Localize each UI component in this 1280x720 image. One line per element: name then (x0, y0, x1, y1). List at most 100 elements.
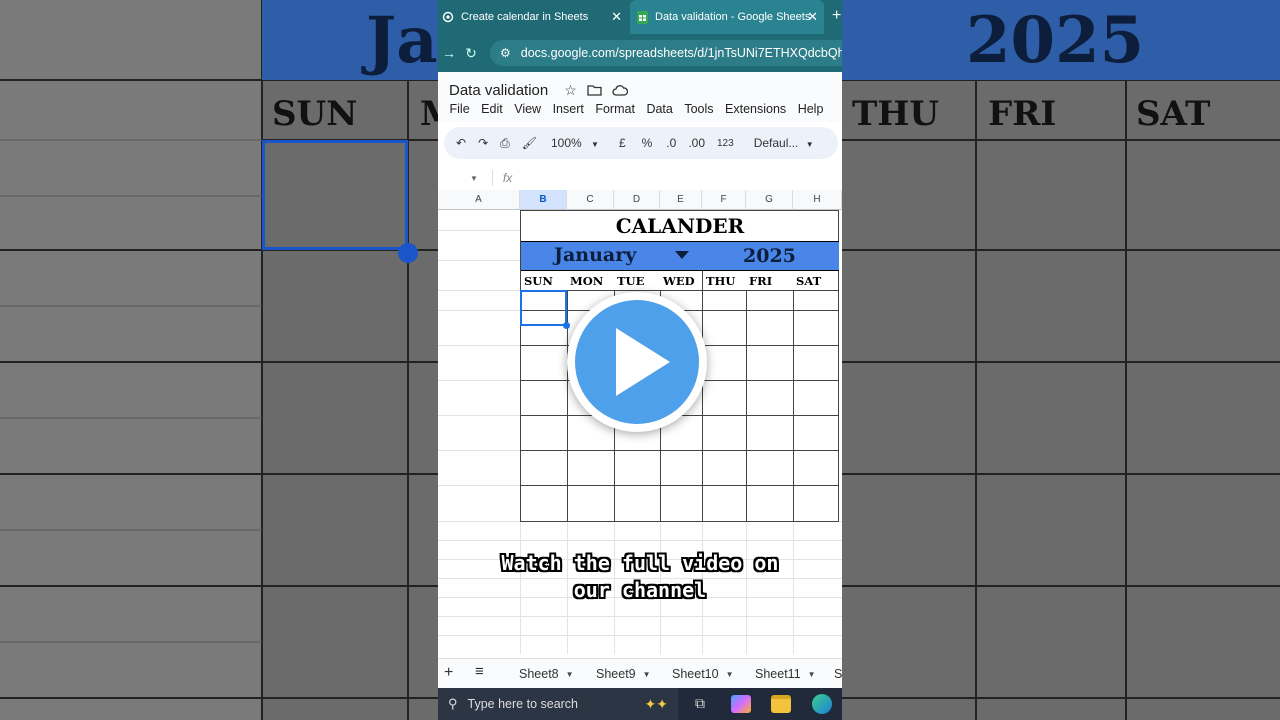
reload-icon[interactable]: ↻ (460, 45, 482, 62)
column-header-b[interactable]: B (520, 190, 567, 210)
column-header-d[interactable]: D (614, 190, 660, 210)
background-day-sun: SUN (272, 94, 358, 134)
number-format-button[interactable]: 123 (717, 138, 734, 149)
cloud-status-icon[interactable] (612, 83, 628, 99)
close-icon[interactable]: ✕ (807, 9, 818, 25)
star-icon[interactable]: ☆ (564, 82, 577, 99)
day-header-sun: SUN (524, 274, 553, 288)
day-header-wed: WED (663, 274, 695, 288)
new-tab-icon[interactable]: + (832, 7, 841, 25)
menu-help[interactable]: Help (798, 102, 824, 116)
sheet-tab-sheet8[interactable]: Sheet8 ▼ (519, 667, 574, 681)
chevron-down-icon: ▼ (725, 669, 734, 679)
day-header-sat: SAT (796, 274, 822, 288)
chevron-down-icon: ▼ (642, 669, 651, 679)
calendar-title: CALANDER (615, 214, 745, 238)
menu-insert[interactable]: Insert (553, 102, 584, 116)
screen-recording: Create calendar in Sheets ✕ Data validat… (438, 0, 842, 720)
sheets-header: Data validation ☆ File Edit View Insert … (438, 72, 842, 122)
add-sheet-icon[interactable]: + (444, 664, 453, 682)
copilot-icon[interactable] (731, 695, 751, 713)
sheet-tab-partial[interactable]: S (834, 667, 842, 681)
fill-handle[interactable] (563, 322, 570, 329)
menu-file[interactable]: File (450, 102, 470, 116)
name-box-dropdown-icon[interactable]: ▼ (470, 174, 478, 183)
font-value: Defaul... (753, 136, 799, 150)
doc-title-row: Data validation ☆ (449, 82, 628, 99)
sheet-tab-label: Sheet8 (519, 667, 559, 681)
background-selection-handle (398, 243, 418, 263)
zoom-value: 100% (550, 136, 582, 150)
chatgpt-icon (442, 11, 454, 23)
day-header-thu: THU (706, 274, 736, 288)
menu-data[interactable]: Data (646, 102, 672, 116)
browser-tab-sheets[interactable]: Data validation - Google Sheets ✕ (630, 0, 824, 34)
chevron-down-icon: ▼ (807, 669, 816, 679)
column-header-f[interactable]: F (702, 190, 746, 210)
formula-bar: ▼ fx (438, 166, 842, 190)
move-folder-icon[interactable] (587, 83, 602, 99)
sheet-tab-sheet11[interactable]: Sheet11 ▼ (755, 667, 816, 681)
browser-tab-label: Data validation - Google Sheets (655, 11, 811, 23)
play-button[interactable] (567, 292, 707, 432)
column-header-h[interactable]: H (793, 190, 842, 210)
taskbar-search-placeholder: Type here to search (467, 697, 579, 711)
increase-decimal-button[interactable]: .00 (688, 136, 705, 150)
column-header-c[interactable]: C (567, 190, 614, 210)
selected-cell[interactable] (520, 290, 567, 326)
menu-tools[interactable]: Tools (684, 102, 713, 116)
percent-button[interactable]: % (642, 136, 653, 150)
windows-taskbar: ⚲ Type here to search ✦✦ ⧉ (438, 688, 842, 720)
undo-icon[interactable]: ↶ (456, 136, 466, 150)
background-day-sat: SAT (1136, 94, 1211, 134)
zoom-select[interactable]: 100% ▼ (551, 136, 599, 150)
chevron-down-icon: ▼ (565, 669, 574, 679)
task-view-icon[interactable]: ⧉ (690, 695, 710, 713)
menu-edit[interactable]: Edit (481, 102, 503, 116)
taskbar-search[interactable]: ⚲ Type here to search ✦✦ (438, 688, 678, 720)
site-settings-icon[interactable]: ⚙ (500, 46, 511, 60)
sheet-tab-sheet9[interactable]: Sheet9 ▼ (596, 667, 651, 681)
currency-button[interactable]: £ (619, 136, 626, 150)
column-header-e[interactable]: E (660, 190, 702, 210)
font-select[interactable]: Defaul... ▼ (754, 136, 814, 150)
decrease-decimal-button[interactable]: .0 (666, 136, 676, 150)
formula-icon: fx (502, 171, 513, 185)
menu-format[interactable]: Format (595, 102, 635, 116)
all-sheets-icon[interactable]: ≡ (475, 663, 484, 680)
caption-line-2: our channel (573, 578, 707, 602)
sheet-tab-sheet10[interactable]: Sheet10 ▼ (672, 667, 734, 681)
column-header-g[interactable]: G (746, 190, 793, 210)
copilot-sparkle-icon: ✦✦ (644, 695, 668, 712)
chevron-down-icon: ▼ (591, 140, 599, 149)
url-text: docs.google.com/spreadsheets/d/1jnTsUNi7… (520, 46, 842, 60)
file-explorer-icon[interactable] (771, 695, 791, 713)
calendar-year: 2025 (743, 245, 796, 267)
column-header-a[interactable]: A (438, 190, 520, 210)
edge-icon[interactable] (812, 694, 832, 714)
paint-format-icon[interactable]: 🖌 (522, 136, 537, 150)
redo-icon[interactable]: ↷ (478, 136, 488, 150)
print-icon[interactable]: ⎙ (500, 136, 510, 151)
background-year: 2025 (966, 3, 1145, 78)
background-day-fri: FRI (988, 94, 1057, 134)
month-dropdown-value[interactable]: January (554, 244, 636, 266)
browser-tab-label: Create calendar in Sheets (461, 11, 589, 23)
forward-icon[interactable]: → (438, 45, 460, 61)
sheet-tab-label: Sheet11 (755, 667, 801, 681)
play-button-circle (575, 300, 699, 424)
background-day-thu: THU (852, 94, 940, 134)
url-field[interactable]: ⚙ docs.google.com/spreadsheets/d/1jnTsUN… (490, 40, 842, 66)
sheet-tab-label: S (834, 667, 842, 681)
play-icon (616, 328, 670, 396)
doc-title[interactable]: Data validation (449, 82, 548, 99)
browser-tab-chatgpt[interactable]: Create calendar in Sheets ✕ (438, 0, 628, 34)
address-bar: → ↻ ⚙ docs.google.com/spreadsheets/d/1jn… (438, 34, 842, 72)
caption-line-1: Watch the full video on (501, 551, 779, 575)
close-icon[interactable]: ✕ (611, 9, 622, 25)
day-header-mon: MON (570, 274, 604, 288)
menu-view[interactable]: View (514, 102, 541, 116)
dropdown-arrow-icon[interactable] (675, 251, 689, 259)
menu-extensions[interactable]: Extensions (725, 102, 786, 116)
browser-tab-bar: Create calendar in Sheets ✕ Data validat… (438, 0, 842, 34)
